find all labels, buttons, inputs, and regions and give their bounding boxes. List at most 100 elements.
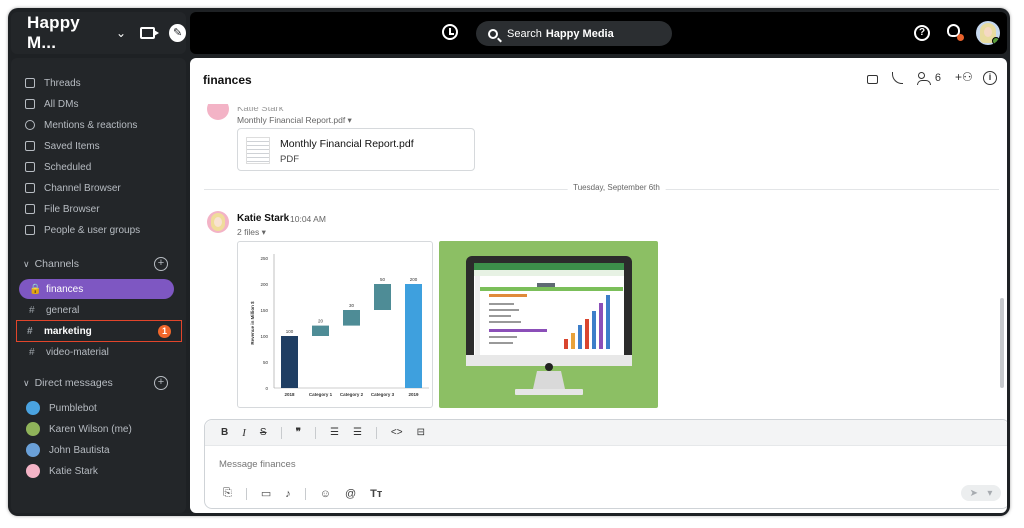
bold-icon[interactable]: B (221, 427, 228, 438)
sidebar-item-scheduled[interactable]: Scheduled (25, 159, 91, 175)
sidebar-item-label: Threads (44, 77, 81, 89)
sidebar-item-mentions[interactable]: Mentions & reactions (25, 117, 137, 133)
numbered-list-icon[interactable]: ☰ (330, 427, 339, 438)
channel-label: general (46, 304, 80, 316)
sidebar-item-video-material[interactable]: # video-material (19, 342, 174, 362)
sidebar-item-label: Scheduled (44, 161, 92, 173)
hash-icon: # (27, 325, 33, 337)
bar-value-label: 100 (286, 329, 294, 334)
avatar (26, 422, 40, 436)
file-name: Monthly Financial Report.pdf (280, 138, 414, 150)
direct-messages-header[interactable]: ∨ Direct messages + (23, 376, 168, 390)
chevron-down-icon[interactable]: ∨ (23, 259, 30, 270)
help-icon[interactable]: ? (914, 25, 930, 41)
chart-bar (312, 325, 329, 336)
document-icon (246, 137, 270, 164)
user-avatar[interactable] (976, 21, 1000, 45)
message-sender[interactable]: Katie Stark (237, 213, 289, 224)
text-format-icon[interactable]: Tт (370, 488, 382, 500)
info-icon[interactable]: i (983, 71, 997, 85)
microphone-icon[interactable]: ♪ (285, 488, 291, 500)
chevron-down-icon[interactable]: ∨ (23, 378, 30, 389)
workspace-name[interactable]: Happy M... (27, 13, 108, 53)
mention-icon (25, 120, 35, 130)
sidebar-item-channel-browser[interactable]: Channel Browser (25, 180, 121, 196)
channel-label: marketing (44, 325, 92, 337)
y-tick-label: 0 (265, 386, 268, 391)
avatar[interactable] (207, 104, 229, 120)
bulleted-list-icon[interactable]: ☰ (353, 427, 362, 438)
message-sender[interactable]: Katie Stark (237, 107, 283, 114)
whats-new-icon[interactable] (947, 24, 964, 41)
dm-item-pumblebot[interactable]: Pumblebot (26, 399, 97, 417)
compose-icon[interactable]: ✎ (169, 24, 186, 42)
sidebar-item-general[interactable]: # general (19, 300, 174, 320)
waterfall-chart: 0 50 100 150 200 250 Revenue in Million $ 100 20… (250, 254, 429, 397)
section-label: Channels (34, 258, 79, 270)
sidebar-item-label: Channel Browser (44, 182, 121, 194)
history-icon[interactable] (442, 24, 458, 40)
send-icon[interactable]: ➤ (970, 488, 978, 499)
dm-item-katie-stark[interactable]: Katie Stark (26, 462, 98, 480)
sidebar-item-finances[interactable]: 🔒 finances (19, 279, 174, 299)
members-icon[interactable] (916, 71, 931, 85)
italic-icon[interactable]: I (242, 427, 246, 439)
workspace-switcher[interactable]: Happy M... ⌄ ✎ (11, 12, 186, 54)
dm-item-karen-wilson[interactable]: Karen Wilson (me) (26, 420, 132, 438)
scrollbar[interactable] (1000, 298, 1004, 388)
mention-icon[interactable]: @ (345, 488, 356, 500)
chart-bar (343, 310, 360, 326)
emoji-icon[interactable]: ☺ (320, 488, 331, 500)
search-bar[interactable]: Search Happy Media (476, 21, 672, 46)
phone-call-icon[interactable] (891, 72, 903, 84)
add-channel-button[interactable]: + (154, 257, 168, 271)
quote-icon[interactable]: ❞ (296, 427, 301, 438)
member-count[interactable]: 6 (935, 72, 941, 84)
video-meeting-icon[interactable] (140, 27, 160, 39)
attach-icon[interactable]: ⎘ (223, 487, 232, 500)
send-button[interactable]: ➤ ▾ (961, 485, 1001, 501)
dm-label: Pumblebot (49, 402, 97, 414)
sidebar-item-marketing[interactable]: # marketing 1 (16, 320, 182, 342)
code-icon[interactable]: <> (391, 427, 403, 438)
avatar[interactable] (207, 211, 229, 233)
dm-item-john-bautista[interactable]: John Bautista (26, 441, 110, 459)
monitor-spreadsheet-illustration (466, 256, 632, 395)
calendar-icon[interactable]: ▭ (261, 487, 271, 500)
files-dropdown-label[interactable]: 2 files ▾ (237, 227, 266, 238)
bar-value-label: 30 (349, 303, 355, 308)
chart-bar (374, 284, 391, 310)
strikethrough-icon[interactable]: S (260, 427, 267, 438)
message-input[interactable] (219, 459, 619, 470)
sidebar-item-threads[interactable]: Threads (25, 75, 81, 91)
sidebar-item-label: File Browser (44, 203, 100, 215)
hash-icon: # (29, 304, 35, 316)
dm-label: John Bautista (49, 444, 110, 456)
add-member-icon[interactable]: +⚇ (955, 71, 973, 85)
code-block-icon[interactable]: ⊟ (417, 427, 425, 438)
add-dm-button[interactable]: + (154, 376, 168, 390)
video-call-icon[interactable] (866, 74, 878, 84)
lock-icon: 🔒 (29, 283, 42, 295)
file-dropdown-label[interactable]: Monthly Financial Report.pdf ▾ (237, 115, 352, 126)
chevron-down-icon[interactable]: ⌄ (116, 26, 126, 40)
file-attachment[interactable]: Monthly Financial Report.pdf PDF (237, 128, 475, 171)
sidebar-item-saved[interactable]: Saved Items (25, 138, 100, 154)
message-timestamp: 10:04 AM (290, 214, 326, 224)
y-tick-label: 100 (260, 334, 268, 339)
channel-title: finances (203, 73, 252, 87)
send-options-chevron-icon[interactable]: ▾ (987, 488, 992, 499)
sidebar-item-label: All DMs (44, 98, 79, 110)
channels-header[interactable]: ∨ Channels + (23, 257, 168, 271)
image-attachment-spreadsheet[interactable] (439, 241, 658, 408)
sidebar-item-label: People & user groups (44, 224, 141, 236)
sidebar-item-file-browser[interactable]: File Browser (25, 201, 100, 217)
x-tick-label: 2018 (284, 392, 295, 397)
hash-icon: # (29, 346, 35, 358)
sidebar-item-all-dms[interactable]: All DMs (25, 96, 78, 112)
app-window: Happy M... ⌄ ✎ Search Happy Media ? Thre… (8, 8, 1010, 516)
sidebar-item-people[interactable]: People & user groups (25, 222, 140, 238)
sidebar-item-label: Mentions & reactions (44, 119, 138, 131)
bookmark-icon (25, 141, 35, 151)
image-attachment-chart[interactable]: 0 50 100 150 200 250 Revenue in Million $ 100 20… (237, 241, 433, 408)
